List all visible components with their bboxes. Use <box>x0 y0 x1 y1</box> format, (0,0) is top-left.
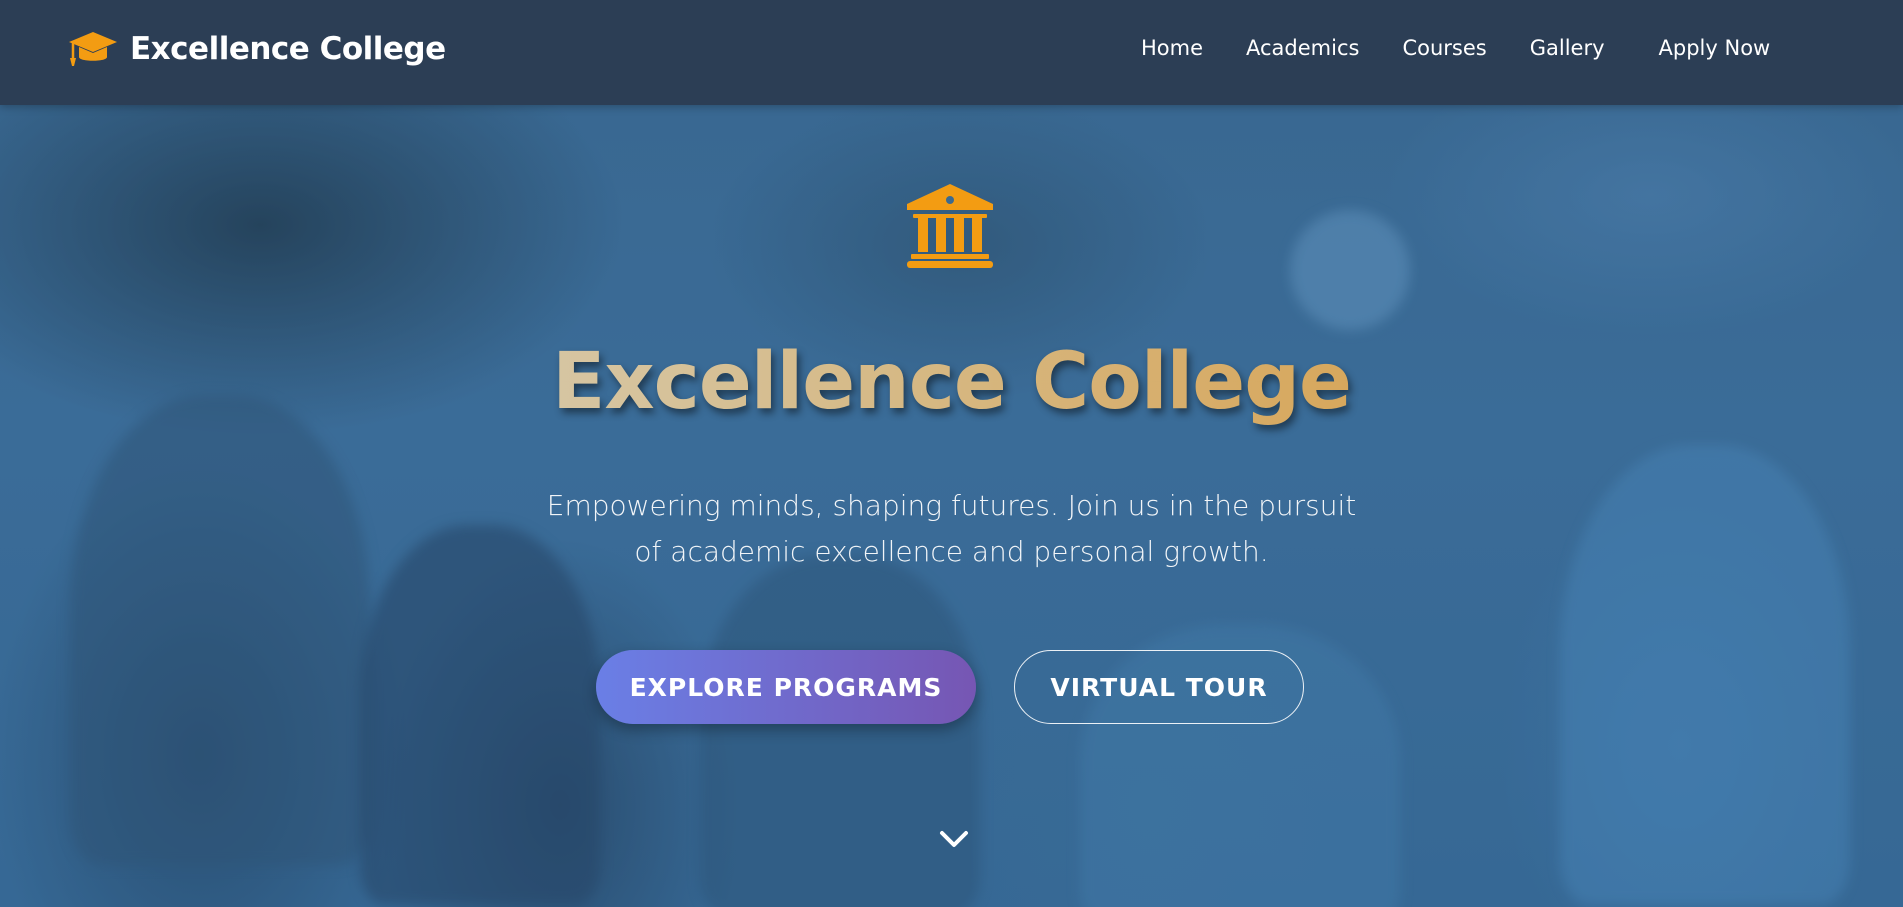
chevron-down-icon[interactable] <box>937 828 971 850</box>
hero-title: Excellence College <box>0 337 1903 427</box>
hero-section: Excellence College Empowering minds, sha… <box>0 105 1903 907</box>
nav-apply-now[interactable]: Apply Now <box>1659 36 1771 60</box>
graduation-cap-icon <box>68 30 118 68</box>
brand[interactable]: Excellence College <box>68 30 446 68</box>
nav-home[interactable]: Home <box>1141 36 1203 60</box>
hero-subtitle-line-2: of academic excellence and personal grow… <box>634 535 1269 568</box>
nav-courses[interactable]: Courses <box>1402 36 1486 60</box>
nav-academics[interactable]: Academics <box>1246 36 1359 60</box>
brand-name: Excellence College <box>130 31 446 67</box>
site-header: Excellence College Home Academics Course… <box>0 0 1903 105</box>
hero-subtitle: Empowering minds, shaping futures. Join … <box>0 483 1903 575</box>
university-building-icon <box>905 182 995 272</box>
virtual-tour-button[interactable]: VIRTUAL TOUR <box>1014 650 1304 724</box>
main-nav: Home Academics Courses Gallery Apply Now <box>1141 36 1770 60</box>
hero-subtitle-line-1: Empowering minds, shaping futures. Join … <box>546 489 1357 522</box>
explore-programs-button[interactable]: EXPLORE PROGRAMS <box>596 650 976 724</box>
nav-gallery[interactable]: Gallery <box>1530 36 1605 60</box>
